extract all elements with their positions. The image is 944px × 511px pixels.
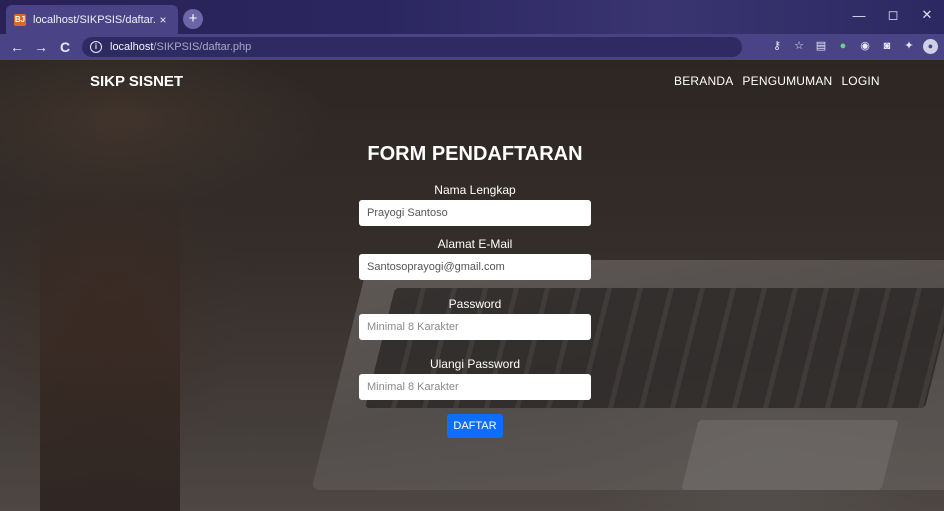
extensions-bar: ⚷ ☆ ▤ ● ◉ ◙ ✦ ● [769, 38, 938, 55]
main-nav: BERANDA PENGUMUMAN LOGIN [674, 74, 880, 88]
puzzle-icon[interactable]: ✦ [901, 38, 917, 55]
email-input[interactable] [359, 254, 591, 280]
globe-icon[interactable]: ◉ [857, 38, 873, 55]
favicon-icon: BJ [14, 13, 26, 26]
forward-icon[interactable]: → [32, 38, 50, 56]
nav-beranda[interactable]: BERANDA [674, 74, 733, 88]
site-brand[interactable]: SIKP SISNET [90, 73, 183, 90]
nav-pengumuman[interactable]: PENGUMUMAN [742, 74, 832, 88]
color-icon[interactable]: ● [835, 38, 851, 55]
window-close-icon[interactable]: ✕ [910, 0, 944, 30]
reader-icon[interactable]: ▤ [813, 38, 829, 55]
daftar-button[interactable]: DAFTAR [447, 414, 503, 438]
browser-tabstrip: BJ localhost/SIKPSIS/daftar.php × + — ◻ … [0, 0, 944, 34]
star-icon[interactable]: ☆ [791, 38, 807, 55]
registration-form: FORM PENDAFTARAN Nama Lengkap Alamat E-M… [359, 140, 591, 438]
reload-icon[interactable]: C [56, 38, 74, 56]
key-icon[interactable]: ⚷ [769, 38, 785, 55]
site-info-icon[interactable]: i [90, 41, 102, 53]
back-icon[interactable]: ← [8, 38, 26, 56]
form-title: FORM PENDAFTARAN [367, 143, 583, 165]
page-viewport: SIKP SISNET BERANDA PENGUMUMAN LOGIN FOR… [0, 60, 944, 511]
tab-title: localhost/SIKPSIS/daftar.php [33, 13, 156, 26]
window-controls: — ◻ ✕ [842, 0, 944, 30]
confirm-password-input[interactable] [359, 374, 591, 400]
browser-toolbar: ← → C i localhost/SIKPSIS/daftar.php ⚷ ☆… [0, 34, 944, 60]
password-input[interactable] [359, 314, 591, 340]
nama-lengkap-input[interactable] [359, 200, 591, 226]
browser-tab[interactable]: BJ localhost/SIKPSIS/daftar.php × [6, 5, 178, 34]
url-path: /SIKPSIS/daftar.php [153, 41, 252, 53]
url-host: localhost [110, 41, 154, 53]
minimize-icon[interactable]: — [842, 0, 876, 30]
new-tab-button[interactable]: + [183, 9, 203, 29]
label-alamat-email: Alamat E-Mail [437, 237, 513, 251]
profile-icon[interactable]: ● [923, 39, 938, 54]
label-nama-lengkap: Nama Lengkap [434, 183, 516, 197]
label-password: Password [448, 297, 502, 311]
camera-icon[interactable]: ◙ [879, 38, 895, 55]
close-icon[interactable]: × [156, 13, 170, 27]
address-bar[interactable]: i localhost/SIKPSIS/daftar.php [82, 37, 742, 57]
nav-login[interactable]: LOGIN [841, 74, 879, 88]
label-ulangi-password: Ulangi Password [429, 357, 521, 371]
maximize-icon[interactable]: ◻ [876, 0, 910, 30]
